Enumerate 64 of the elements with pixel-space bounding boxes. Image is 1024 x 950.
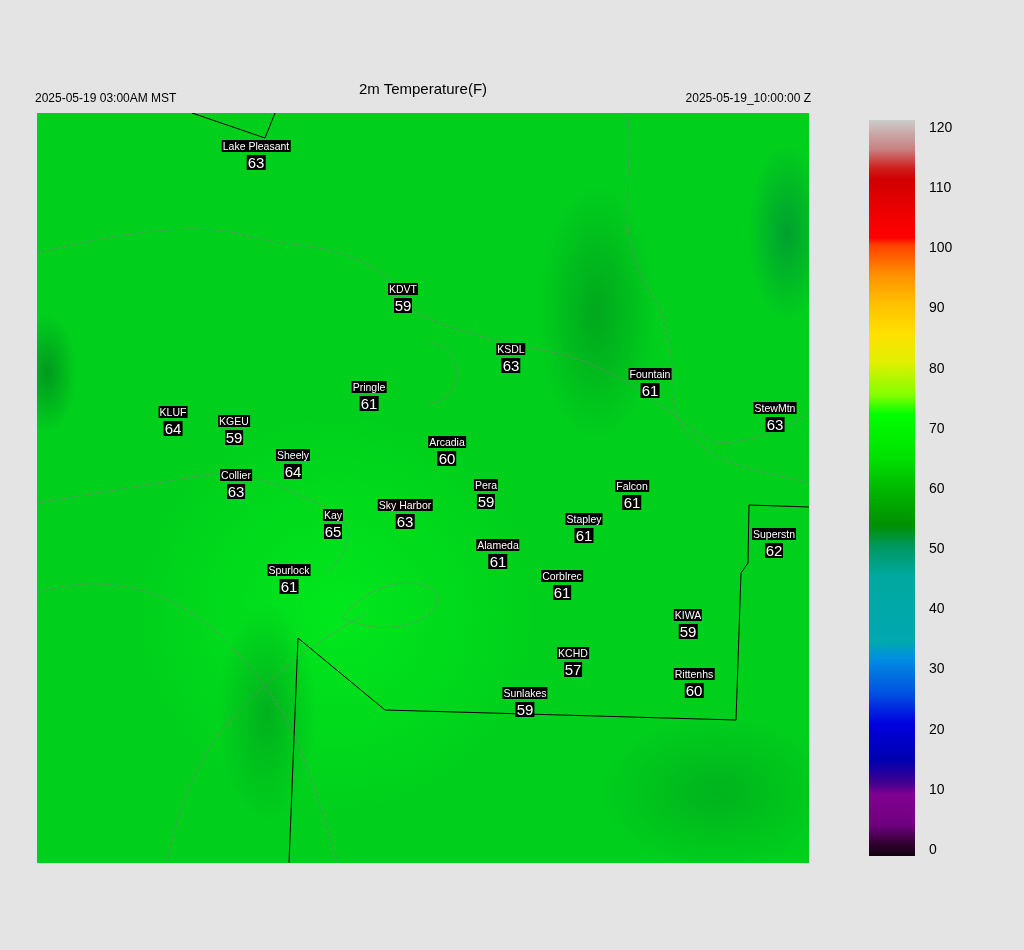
station-value: 61: [279, 579, 299, 594]
station-name: Kay: [322, 509, 344, 521]
station-name: KLUF: [158, 406, 188, 418]
station-name: Collier: [220, 469, 252, 481]
station-name: Falcon: [615, 480, 649, 492]
station-value: 63: [246, 155, 266, 170]
station-value: 63: [395, 514, 415, 529]
scale-label: 10: [929, 779, 946, 798]
station-value: 64: [283, 464, 303, 479]
station-name: Lake Pleasant: [221, 140, 291, 152]
station-value: 59: [393, 298, 413, 313]
station-value: 59: [678, 624, 698, 639]
station-value: 59: [476, 494, 496, 509]
station-name: Pera: [473, 479, 499, 491]
station-value: 61: [552, 585, 572, 600]
chart-title: 2m Temperature(F): [358, 80, 488, 97]
station-value: 63: [226, 484, 246, 499]
station-name: Superstn: [752, 528, 796, 540]
scale-label: 110: [929, 178, 953, 197]
station-value: 59: [224, 430, 244, 445]
station-value: 64: [163, 421, 183, 436]
station-name: KGEU: [218, 415, 250, 427]
station-value: 57: [563, 662, 583, 677]
station-name: KCHD: [557, 647, 589, 659]
scale-label: 30: [929, 659, 946, 678]
scale-label: 40: [929, 599, 946, 618]
station-value: 63: [501, 358, 521, 373]
scale-label: 20: [929, 719, 946, 738]
station-name: KSDL: [496, 343, 526, 355]
station-value: 61: [488, 554, 508, 569]
station-name: Sheely: [275, 449, 311, 461]
station-name: Spurlock: [267, 564, 311, 576]
station-value: 61: [640, 383, 660, 398]
station-value: 60: [684, 683, 704, 698]
local-time: 2025-05-19 03:00AM MST: [35, 91, 177, 105]
scale-label: 50: [929, 539, 946, 558]
station-name: KDVT: [388, 283, 418, 295]
station-value: 60: [437, 451, 457, 466]
station-value: 65: [323, 524, 343, 539]
scale-label: 80: [929, 358, 946, 377]
scale-label: 60: [929, 478, 946, 497]
station-value: 63: [765, 417, 785, 432]
scale-label: 120: [929, 118, 953, 136]
station-value: 61: [574, 528, 594, 543]
station-name: Arcadia: [428, 436, 466, 448]
station-value: 62: [764, 543, 784, 558]
station-value: 61: [359, 396, 379, 411]
station-name: Stapley: [565, 513, 603, 525]
scale-label: 100: [929, 238, 953, 257]
station-name: Sky Harbor: [377, 499, 433, 511]
station-name: Pringle: [351, 381, 387, 393]
station-name: Alameda: [476, 539, 520, 551]
station-name: StewMtn: [753, 402, 797, 414]
station-name: KIWA: [673, 609, 703, 621]
station-value: 61: [622, 495, 642, 510]
station-value: 59: [515, 702, 535, 717]
station-name: Corblrec: [541, 570, 583, 582]
scale-label: 90: [929, 298, 946, 317]
station-name: Fountain: [628, 368, 672, 380]
scale-label: 70: [929, 418, 946, 437]
station-name: Rittenhs: [673, 668, 715, 680]
valid-time: 2025-05-19_10:00:00 Z: [685, 91, 811, 105]
scale-label: 0: [929, 839, 938, 858]
station-name: Sunlakes: [502, 687, 548, 699]
